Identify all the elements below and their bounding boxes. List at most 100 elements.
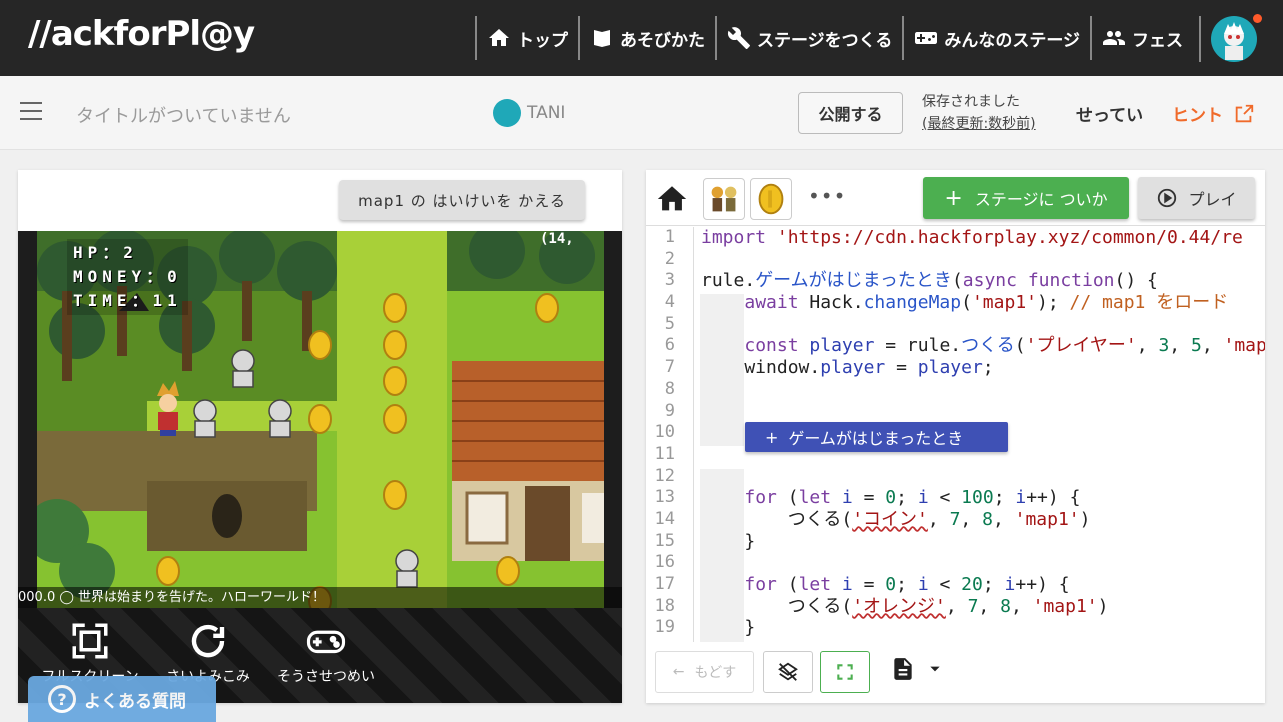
- line-number: 19: [654, 617, 675, 638]
- characters-icon: [711, 186, 737, 212]
- gamepad-icon: [915, 32, 938, 44]
- play-circle-icon: [1158, 188, 1177, 208]
- code-line: つくる('オレンジ', 7, 8, 'map1'): [701, 595, 1109, 617]
- code-line: }: [701, 617, 756, 639]
- line-number: 13: [654, 487, 675, 508]
- change-background-button[interactable]: map1 の はいけいを かえる: [339, 180, 585, 220]
- nav-item-make-stage[interactable]: ステージをつくる: [715, 16, 902, 60]
- undo-button[interactable]: ← もどす: [655, 651, 754, 693]
- hud-hp: HP：2: [73, 243, 138, 262]
- code-panel: ••• + ステージに ついか プレイ 1 2 3 4 5 6 7 8 9 10 11 12 13 14 1…: [646, 170, 1265, 703]
- code-line: for (let i = 0; i < 20; i++) {: [744, 574, 1070, 595]
- stage-title-input[interactable]: タイトルがついていません: [76, 102, 291, 128]
- undo-label: もどす: [694, 665, 737, 681]
- coin-icon: [758, 183, 784, 215]
- avatar[interactable]: [1211, 16, 1257, 62]
- publish-button[interactable]: 公開する: [798, 92, 903, 134]
- asset-tab-coin[interactable]: [750, 178, 792, 220]
- asset-tab-characters[interactable]: [703, 178, 745, 220]
- faq-label: よくある質問: [84, 691, 186, 712]
- code-line: window.player = player;: [701, 357, 994, 379]
- controls-help-button[interactable]: そうさせつめい: [266, 620, 386, 686]
- line-number: 9: [664, 400, 675, 421]
- owner-name: TANI: [527, 103, 566, 123]
- play-label: プレイ: [1188, 190, 1237, 209]
- game-map[interactable]: HP：2 MONEY：0 TIME：11 (14,: [25, 231, 604, 608]
- save-status-text: 保存されました: [922, 94, 1020, 110]
- nav-item-how-to-play[interactable]: あそびかた: [578, 16, 715, 60]
- editor-header: タイトルがついていません TANI 公開する 保存されました (最終更新:数秒前…: [0, 76, 1283, 150]
- line-number: 17: [654, 574, 675, 594]
- user-menu[interactable]: [1199, 14, 1262, 62]
- last-updated-link[interactable]: (最終更新:数秒前): [922, 113, 1036, 135]
- avatar-character-icon: [1224, 22, 1244, 60]
- more-assets-button[interactable]: •••: [808, 184, 846, 208]
- game-hud: HP：2 MONEY：0 TIME：11: [67, 239, 188, 315]
- line-number: 8: [664, 378, 675, 399]
- line-number: 10: [654, 422, 675, 443]
- toggle-layers-button[interactable]: [763, 651, 813, 693]
- faq-button[interactable]: ? よくある質問: [28, 676, 216, 722]
- code-line: import 'https://cdn.hackforplay.xyz/comm…: [701, 227, 1243, 248]
- play-button[interactable]: プレイ: [1138, 177, 1255, 219]
- help-circle-icon: ?: [48, 685, 76, 713]
- game-log-line: 000.0 ◯ 世界は始まりを告げた。ハローワールド！: [18, 587, 622, 608]
- controls-help-label: そうさせつめい: [277, 669, 375, 685]
- code-editor[interactable]: 1 2 3 4 5 6 7 8 9 10 11 12 13 14 15 16 17 18 19 import 'ht…: [646, 227, 1265, 642]
- document-menu-button[interactable]: [890, 656, 942, 682]
- layers-off-icon: [778, 662, 798, 681]
- owner-avatar: [493, 99, 521, 127]
- nav-item-top[interactable]: トップ: [475, 16, 578, 60]
- line-number: 12: [654, 465, 675, 486]
- code-line: つくる('コイン', 7, 8, 'map1'): [701, 508, 1091, 530]
- fullscreen-icon: [837, 664, 853, 680]
- home-icon: [489, 29, 509, 46]
- nav-menu: トップ あそびかた ステージをつくる みんなのステージ フェス: [475, 16, 1193, 60]
- line-number: 6: [664, 335, 675, 356]
- reload-icon: [191, 624, 225, 658]
- game-screen[interactable]: HP：2 MONEY：0 TIME：11 (14, 000.0 ◯ 世界は始まり…: [18, 231, 622, 608]
- hint-label: ヒント: [1172, 106, 1223, 126]
- plus-icon: +: [765, 427, 779, 447]
- line-number: 5: [664, 313, 675, 334]
- fullscreen-editor-button[interactable]: [820, 651, 870, 693]
- settings-button[interactable]: せってい: [1076, 101, 1143, 126]
- book-icon: [594, 30, 610, 47]
- line-number: 11: [654, 443, 675, 464]
- code-line: const player = rule.つくる('プレイヤー', 3, 5, '…: [744, 335, 1265, 357]
- plus-icon: +: [944, 185, 963, 211]
- nav-item-fes[interactable]: フェス: [1090, 16, 1193, 60]
- dropdown-arrow-icon: [930, 666, 940, 672]
- hud-money: MONEY：0: [73, 267, 182, 286]
- hackforplay-logo[interactable]: //ackforPl@y: [28, 14, 255, 54]
- hamburger-menu-icon[interactable]: [20, 102, 44, 122]
- line-number: 16: [654, 552, 675, 573]
- line-number: 1: [664, 227, 675, 247]
- game-panel: map1 の はいけいを かえる HP：2 MONEY：0 TIME：11 (1…: [18, 170, 622, 703]
- add-to-stage-button[interactable]: + ステージに ついか: [923, 177, 1129, 219]
- document-icon: [894, 658, 912, 680]
- code-line: rule.ゲームがはじまったとき(async function() {: [701, 270, 1158, 292]
- code-line: }: [701, 530, 756, 552]
- nav-item-everyone-stages[interactable]: みんなのステージ: [902, 16, 1090, 60]
- save-status: 保存されました (最終更新:数秒前): [922, 91, 1036, 135]
- home-icon[interactable]: [654, 182, 690, 216]
- notification-dot: [1253, 14, 1262, 23]
- editor-bottom-bar: ← もどす: [646, 642, 1265, 703]
- hint-link[interactable]: ヒント: [1172, 101, 1255, 126]
- gamepad-help-icon: [306, 630, 346, 654]
- people-icon: [1103, 31, 1125, 45]
- line-number: 15: [654, 530, 675, 551]
- line-number: 7: [664, 357, 675, 378]
- top-navbar: //ackforPl@y トップ あそびかた ステージをつくる みんなのステージ…: [0, 0, 1283, 76]
- line-number: 2: [664, 248, 675, 269]
- insert-event-block[interactable]: + ゲームがはじまったとき: [745, 422, 1008, 452]
- line-number: 3: [664, 270, 675, 291]
- code-line: for (let i = 0; i < 100; i++) {: [744, 487, 1081, 509]
- code-line: await Hack.changeMap('map1'); // map1 をロ…: [744, 292, 1229, 314]
- owner-info[interactable]: TANI: [493, 99, 565, 127]
